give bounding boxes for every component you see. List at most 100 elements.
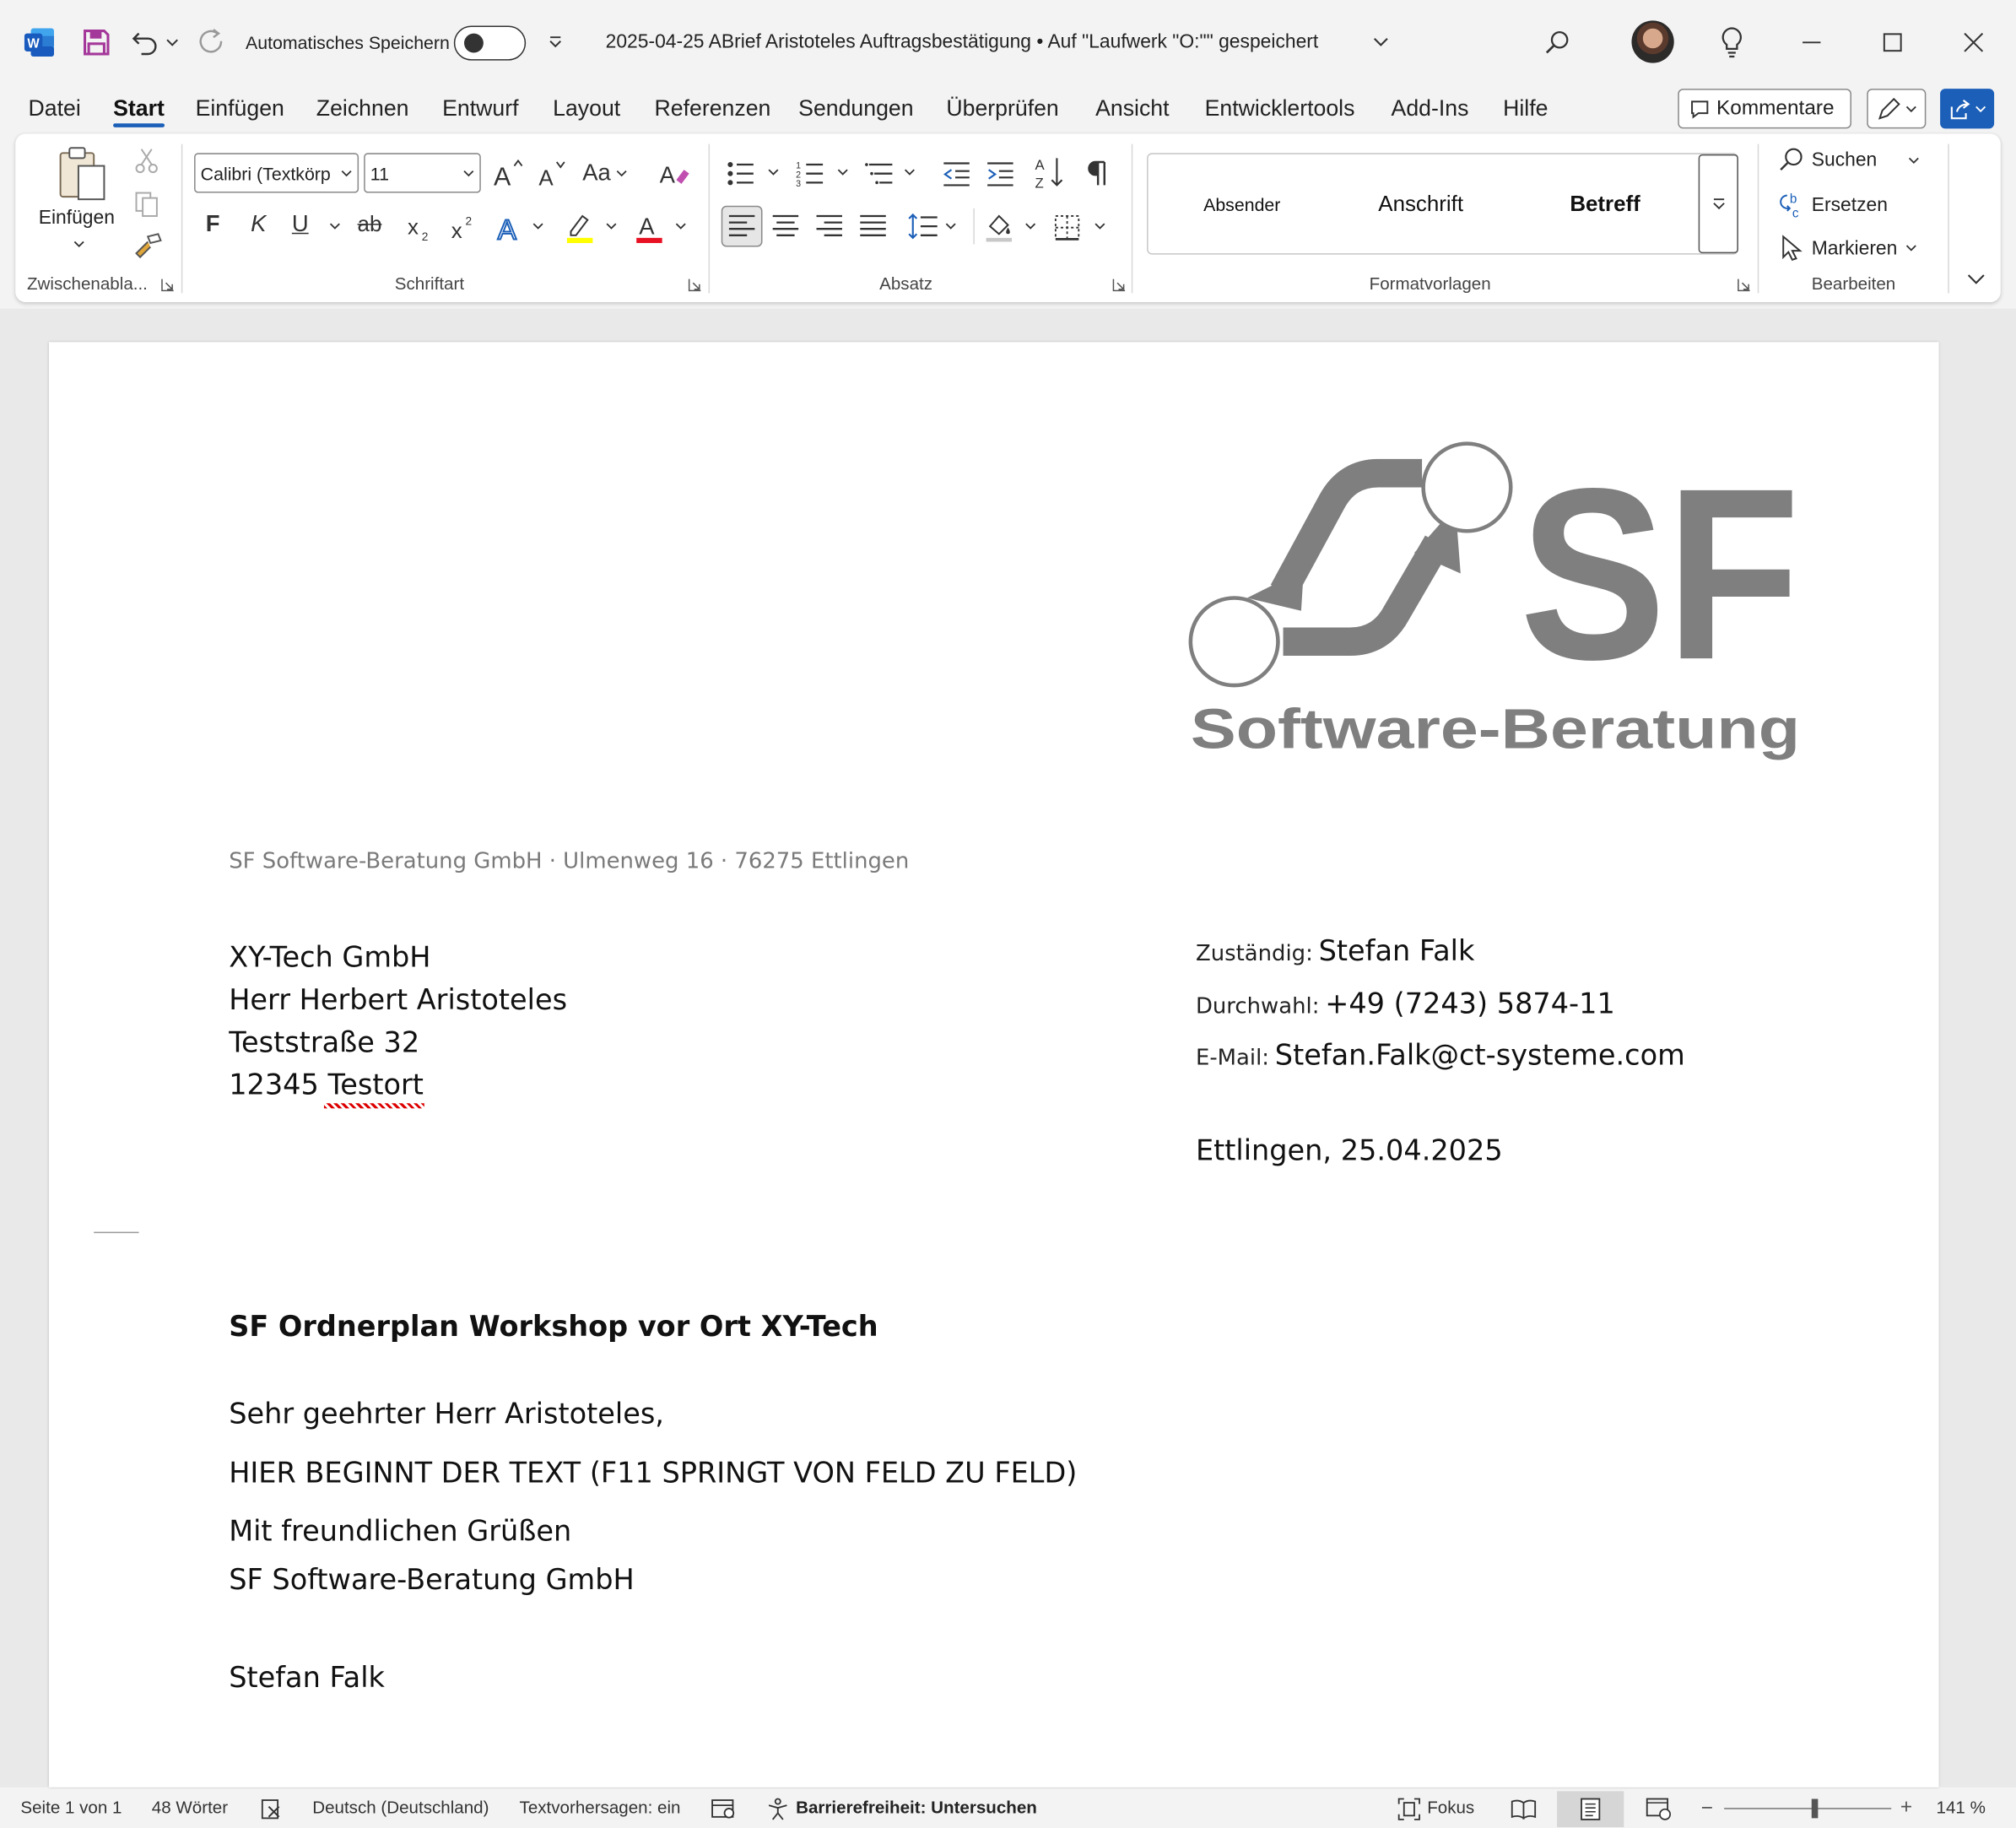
tab-einfuegen[interactable]: Einfügen [196, 95, 284, 122]
close-icon[interactable] [1957, 25, 1991, 59]
replace-button[interactable]: bc Ersetzen [1778, 190, 1888, 219]
style-absender[interactable]: Absender [1203, 194, 1280, 214]
accessibility-status[interactable]: Barrierefreiheit: Untersuchen [796, 1798, 1037, 1817]
maximize-icon[interactable] [1876, 25, 1910, 59]
tab-datei[interactable]: Datei [29, 95, 81, 122]
word-count[interactable]: 48 Wörter [152, 1798, 228, 1817]
read-mode-icon[interactable] [1510, 1796, 1538, 1821]
align-right-icon[interactable] [813, 211, 845, 242]
customize-toolbar-icon[interactable] [545, 31, 565, 54]
web-layout-icon[interactable] [1645, 1796, 1673, 1821]
multilevel-list-icon[interactable] [862, 155, 896, 192]
lightbulb-icon[interactable] [1716, 24, 1748, 61]
tab-ueberpruefen[interactable]: Überprüfen [946, 95, 1058, 122]
redo-icon[interactable] [193, 25, 230, 59]
focus-icon[interactable] [1397, 1796, 1422, 1821]
chevron-down-icon[interactable] [835, 166, 850, 179]
format-painter-icon[interactable] [131, 230, 165, 262]
styles-more-button[interactable] [1698, 154, 1738, 254]
undo-icon[interactable] [128, 25, 162, 59]
dialog-launcher-icon[interactable] [687, 277, 702, 292]
find-button[interactable]: Suchen [1778, 147, 1877, 172]
decrease-indent-icon[interactable] [940, 155, 974, 192]
focus-label[interactable]: Fokus [1427, 1798, 1474, 1817]
undo-dropdown-icon[interactable] [165, 34, 180, 51]
line-spacing-icon[interactable] [906, 209, 940, 243]
tab-entwurf[interactable]: Entwurf [442, 95, 518, 122]
comments-button[interactable]: Kommentare [1678, 89, 1851, 129]
word-app-icon[interactable]: W [23, 25, 57, 59]
clear-formatting-icon[interactable]: A [657, 155, 694, 192]
chevron-down-icon[interactable] [530, 220, 545, 233]
accessibility-icon[interactable] [765, 1796, 791, 1821]
editing-mode-button[interactable] [1867, 89, 1927, 129]
tab-ansicht[interactable]: Ansicht [1095, 95, 1169, 122]
save-icon[interactable] [79, 25, 113, 59]
highlight-color-icon[interactable] [563, 209, 597, 246]
style-anschrift[interactable]: Anschrift [1378, 192, 1463, 217]
share-button[interactable] [1940, 89, 1995, 129]
chevron-down-icon[interactable] [327, 220, 342, 233]
text-effects-icon[interactable]: A [494, 209, 527, 246]
collapse-ribbon-icon[interactable] [1964, 268, 1989, 290]
change-case-button[interactable]: Aa [582, 160, 627, 187]
paste-label[interactable]: Einfügen [39, 207, 115, 229]
tab-layout[interactable]: Layout [553, 95, 620, 122]
dialog-launcher-icon[interactable] [1736, 277, 1751, 292]
numbering-icon[interactable]: 123 [793, 155, 827, 192]
font-size-combo[interactable]: 11 [364, 153, 481, 193]
proofing-icon[interactable] [258, 1796, 284, 1821]
select-button[interactable]: Markieren [1778, 234, 1916, 262]
underline-button[interactable]: U [292, 211, 309, 238]
zoom-level[interactable]: 141 % [1937, 1798, 1986, 1817]
font-name-combo[interactable]: Calibri (Textkörp [194, 153, 359, 193]
document-page[interactable]: SF Software-Beratung SF Software-Beratun… [48, 342, 1939, 1787]
dialog-launcher-icon[interactable] [1111, 277, 1126, 292]
increase-indent-icon[interactable] [984, 155, 1018, 192]
avatar[interactable] [1631, 20, 1674, 63]
zoom-in-button[interactable]: + [1900, 1796, 1912, 1819]
chevron-down-icon[interactable] [1905, 154, 1921, 167]
tab-sendungen[interactable]: Sendungen [798, 95, 913, 122]
chevron-down-icon[interactable] [603, 220, 619, 233]
chevron-down-icon[interactable] [1022, 220, 1037, 233]
search-icon[interactable] [1540, 25, 1574, 59]
subscript-icon[interactable]: x2 [403, 211, 435, 245]
borders-icon[interactable] [1051, 211, 1084, 245]
cut-icon[interactable] [131, 145, 162, 176]
chevron-down-icon[interactable] [943, 220, 958, 233]
chevron-down-icon[interactable] [1092, 220, 1107, 233]
zoom-slider-thumb[interactable] [1811, 1798, 1819, 1819]
page-count[interactable]: Seite 1 von 1 [20, 1798, 122, 1817]
superscript-icon[interactable]: x2 [447, 211, 478, 245]
strikethrough-button[interactable]: ab [358, 212, 382, 237]
sort-icon[interactable]: AZ [1032, 153, 1066, 192]
chevron-down-icon[interactable] [673, 220, 688, 233]
tab-referenzen[interactable]: Referenzen [655, 95, 771, 122]
bullets-icon[interactable] [724, 155, 758, 192]
document-title[interactable]: 2025-04-25 ABrief Aristoteles Auftragsbe… [606, 31, 1319, 53]
chevron-down-icon[interactable] [765, 166, 781, 179]
tab-start[interactable]: Start [113, 95, 165, 122]
tab-add-ins[interactable]: Add-Ins [1392, 95, 1469, 122]
autosave-toggle[interactable] [453, 25, 527, 61]
zoom-out-button[interactable]: − [1701, 1798, 1713, 1820]
grow-font-icon[interactable]: A [491, 155, 525, 192]
copy-icon[interactable] [131, 189, 162, 220]
font-color-icon[interactable]: A [633, 209, 667, 246]
dialog-launcher-icon[interactable] [159, 277, 175, 292]
tab-entwicklertools[interactable]: Entwicklertools [1205, 95, 1355, 122]
italic-button[interactable]: K [251, 211, 266, 238]
minimize-icon[interactable] [1795, 25, 1829, 59]
chevron-down-icon[interactable] [901, 166, 916, 179]
title-dropdown-icon[interactable] [1370, 34, 1391, 51]
tab-zeichnen[interactable]: Zeichnen [316, 95, 409, 122]
language-status[interactable]: Deutsch (Deutschland) [312, 1798, 489, 1817]
zoom-slider-track[interactable] [1724, 1808, 1892, 1809]
shading-icon[interactable] [982, 209, 1016, 246]
justify-icon[interactable] [857, 211, 889, 242]
tab-hilfe[interactable]: Hilfe [1503, 95, 1548, 122]
align-center-icon[interactable] [770, 211, 802, 242]
show-formatting-marks-icon[interactable] [1083, 155, 1114, 192]
macro-recording-icon[interactable] [711, 1796, 737, 1821]
